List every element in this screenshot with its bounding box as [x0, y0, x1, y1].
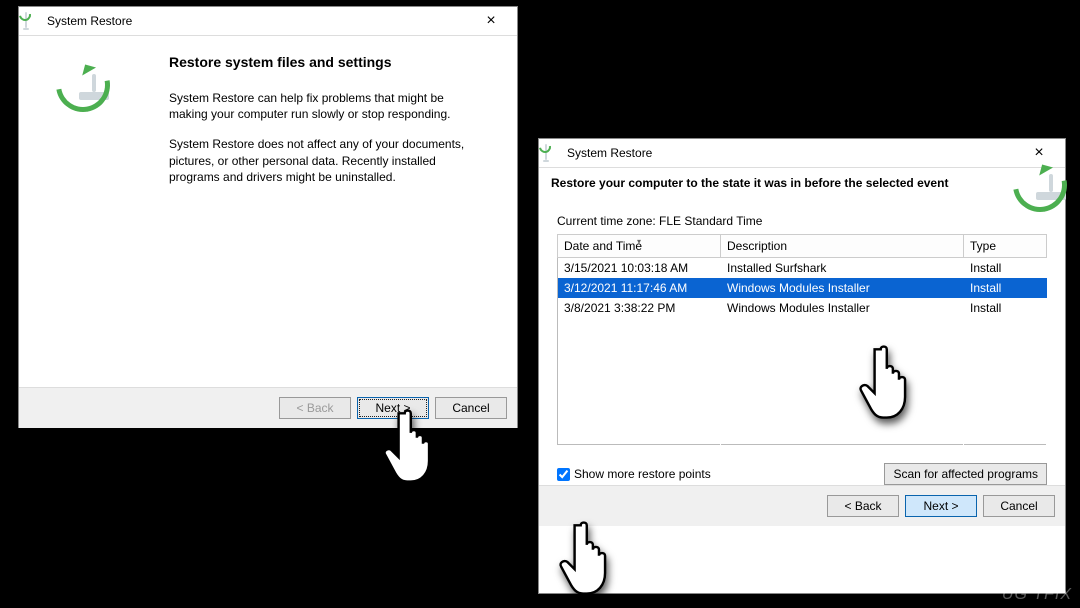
table-row[interactable]: 3/15/2021 10:03:18 AMInstalled Surfshark…	[558, 258, 1047, 279]
table-cell: 3/8/2021 3:38:22 PM	[558, 298, 721, 318]
window-title: System Restore	[47, 14, 471, 28]
table-row[interactable]: 3/8/2021 3:38:22 PMWindows Modules Insta…	[558, 298, 1047, 318]
table-cell: Windows Modules Installer	[721, 278, 964, 298]
scan-affected-programs-button[interactable]: Scan for affected programs	[884, 463, 1047, 485]
watermark: UG TFIX	[1002, 586, 1072, 604]
restore-graphic	[19, 36, 169, 387]
system-restore-icon	[545, 145, 561, 161]
titlebar: System Restore ×	[19, 7, 517, 36]
close-icon[interactable]: ×	[471, 13, 511, 29]
table-cell: Install	[964, 298, 1047, 318]
system-restore-icon	[25, 13, 41, 29]
timezone-label: Current time zone: FLE Standard Time	[557, 214, 1047, 228]
show-more-checkbox[interactable]	[557, 468, 570, 481]
table-row[interactable]: 3/12/2021 11:17:46 AMWindows Modules Ins…	[558, 278, 1047, 298]
back-button: < Back	[279, 397, 351, 419]
wizard-footer: < Back Next > Cancel	[19, 387, 517, 428]
intro-paragraph-2: System Restore does not affect any of yo…	[169, 136, 479, 185]
show-more-label: Show more restore points	[574, 467, 711, 481]
restore-points-table[interactable]: Date and Time ▾ Description Type 3/15/20…	[557, 234, 1047, 445]
show-more-restore-points[interactable]: Show more restore points	[557, 467, 711, 481]
cancel-button[interactable]: Cancel	[435, 397, 507, 419]
next-button[interactable]: Next >	[357, 397, 429, 419]
intro-paragraph-1: System Restore can help fix problems tha…	[169, 90, 479, 122]
window-title: System Restore	[567, 146, 1019, 160]
cancel-button[interactable]: Cancel	[983, 495, 1055, 517]
banner-heading: Restore your computer to the state it wa…	[551, 176, 948, 190]
sort-descending-icon: ▾	[637, 237, 641, 246]
column-header-datetime[interactable]: Date and Time ▾	[558, 235, 721, 258]
table-cell: 3/12/2021 11:17:46 AM	[558, 278, 721, 298]
table-cell: Install	[964, 258, 1047, 279]
table-cell: Install	[964, 278, 1047, 298]
system-restore-select-window: System Restore × Restore your computer t…	[538, 138, 1066, 594]
restore-graphic-small	[1049, 176, 1053, 190]
system-restore-intro-window: System Restore × Restore system files an…	[18, 6, 518, 428]
column-header-description[interactable]: Description	[721, 235, 964, 258]
back-button[interactable]: < Back	[827, 495, 899, 517]
page-heading: Restore system files and settings	[169, 54, 493, 70]
next-button[interactable]: Next >	[905, 495, 977, 517]
column-header-type[interactable]: Type	[964, 235, 1047, 258]
banner: Restore your computer to the state it wa…	[539, 168, 1065, 204]
table-cell: 3/15/2021 10:03:18 AM	[558, 258, 721, 279]
table-cell: Installed Surfshark	[721, 258, 964, 279]
table-cell: Windows Modules Installer	[721, 298, 964, 318]
titlebar: System Restore ×	[539, 139, 1065, 168]
wizard-footer: < Back Next > Cancel	[539, 485, 1065, 526]
